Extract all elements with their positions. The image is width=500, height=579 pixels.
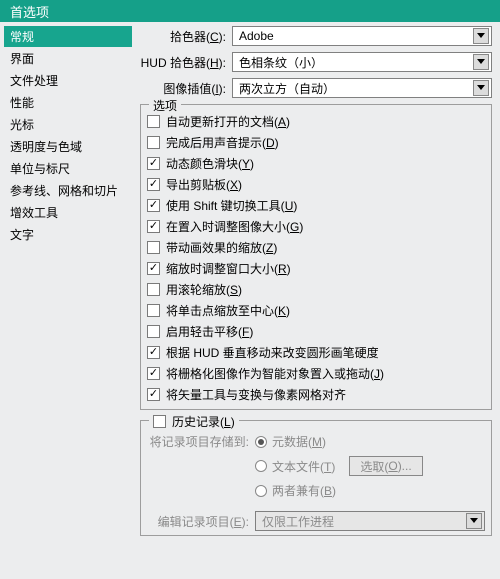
history-radio-2[interactable] [255, 485, 267, 497]
option-checkbox-5[interactable] [147, 220, 160, 233]
chevron-down-icon [473, 54, 489, 70]
sidebar-item-5[interactable]: 透明度与色域 [4, 136, 132, 157]
sidebar-item-9[interactable]: 文字 [4, 224, 132, 245]
history-radio-row-0: 元数据(M) [255, 433, 485, 450]
option-label-4: 使用 Shift 键切换工具(U) [166, 197, 297, 214]
history-radio-label-1: 文本文件(T) [272, 458, 335, 475]
option-row-5: 在置入时调整图像大小(G) [147, 216, 489, 237]
option-checkbox-6[interactable] [147, 241, 160, 254]
sidebar-item-8[interactable]: 增效工具 [4, 202, 132, 223]
history-radio-1[interactable] [255, 460, 267, 472]
chevron-down-icon [473, 80, 489, 96]
option-label-11: 根据 HUD 垂直移动来改变圆形画笔硬度 [166, 344, 379, 361]
history-legend: 历史记录(L) [149, 413, 239, 430]
chevron-down-icon [473, 28, 489, 44]
option-label-13: 将矢量工具与变换与像素网格对齐 [166, 386, 346, 403]
color-picker-label: 拾色器(C): [140, 28, 232, 45]
option-label-3: 导出剪贴板(X) [166, 176, 242, 193]
option-checkbox-10[interactable] [147, 325, 160, 338]
option-row-9: 将单击点缩放至中心(K) [147, 300, 489, 321]
interpolation-value: 两次立方（自动） [239, 80, 473, 97]
color-picker-row: 拾色器(C): Adobe [140, 26, 492, 46]
sidebar-item-6[interactable]: 单位与标尺 [4, 158, 132, 179]
option-row-4: 使用 Shift 键切换工具(U) [147, 195, 489, 216]
sidebar-item-1[interactable]: 界面 [4, 48, 132, 69]
history-radio-row-1: 文本文件(T) 选取(O)... [255, 456, 485, 476]
sidebar-item-4[interactable]: 光标 [4, 114, 132, 135]
option-row-6: 带动画效果的缩放(Z) [147, 237, 489, 258]
options-legend: 选项 [149, 97, 181, 114]
option-label-12: 将栅格化图像作为智能对象置入或拖动(J) [166, 365, 384, 382]
option-checkbox-7[interactable] [147, 262, 160, 275]
option-label-1: 完成后用声音提示(D) [166, 134, 279, 151]
option-row-11: 根据 HUD 垂直移动来改变圆形画笔硬度 [147, 342, 489, 363]
history-choose-button[interactable]: 选取(O)... [349, 456, 422, 476]
option-checkbox-2[interactable] [147, 157, 160, 170]
option-label-5: 在置入时调整图像大小(G) [166, 218, 303, 235]
option-row-7: 缩放时调整窗口大小(R) [147, 258, 489, 279]
main-layout: 常规界面文件处理性能光标透明度与色域单位与标尺参考线、网格和切片增效工具文字 拾… [0, 22, 500, 579]
option-label-8: 用滚轮缩放(S) [166, 281, 242, 298]
option-row-12: 将栅格化图像作为智能对象置入或拖动(J) [147, 363, 489, 384]
option-row-3: 导出剪贴板(X) [147, 174, 489, 195]
option-checkbox-3[interactable] [147, 178, 160, 191]
hud-picker-value: 色相条纹（小） [239, 54, 473, 71]
history-radio-label-2: 两者兼有(B) [272, 482, 336, 499]
chevron-down-icon [466, 513, 482, 529]
sidebar-item-3[interactable]: 性能 [4, 92, 132, 113]
options-list: 自动更新打开的文档(A) 完成后用声音提示(D) 动态颜色滑块(Y) 导出剪贴板(X)… [147, 111, 489, 405]
sidebar-item-0[interactable]: 常规 [4, 26, 132, 47]
history-radio-row-2: 两者兼有(B) [255, 482, 485, 499]
interpolation-row: 图像插值(I): 两次立方（自动） [140, 78, 492, 98]
sidebar-item-2[interactable]: 文件处理 [4, 70, 132, 91]
option-checkbox-12[interactable] [147, 367, 160, 380]
history-enable-checkbox[interactable] [153, 415, 166, 428]
category-sidebar: 常规界面文件处理性能光标透明度与色域单位与标尺参考线、网格和切片增效工具文字 [0, 22, 136, 579]
color-picker-dropdown[interactable]: Adobe [232, 26, 492, 46]
hud-picker-label: HUD 拾色器(H): [140, 54, 232, 71]
option-row-1: 完成后用声音提示(D) [147, 132, 489, 153]
option-checkbox-1[interactable] [147, 136, 160, 149]
option-label-2: 动态颜色滑块(Y) [166, 155, 254, 172]
content-pane: 拾色器(C): Adobe HUD 拾色器(H): 色相条纹（小） [136, 22, 500, 579]
history-radio-0[interactable] [255, 436, 267, 448]
interpolation-dropdown[interactable]: 两次立方（自动） [232, 78, 492, 98]
option-checkbox-13[interactable] [147, 388, 160, 401]
option-label-0: 自动更新打开的文档(A) [166, 113, 290, 130]
option-row-8: 用滚轮缩放(S) [147, 279, 489, 300]
history-radio-group: 元数据(M) 文本文件(T) 选取(O)... 两者兼有(B) [255, 433, 485, 505]
history-radio-label-0: 元数据(M) [272, 433, 326, 450]
hud-picker-dropdown[interactable]: 色相条纹（小） [232, 52, 492, 72]
history-fieldset: 历史记录(L) 将记录项目存储到: 元数据(M)文本文件(T)选取(O)...两… [140, 420, 492, 536]
option-label-9: 将单击点缩放至中心(K) [166, 302, 290, 319]
option-checkbox-4[interactable] [147, 199, 160, 212]
history-edit-label: 编辑记录项目(E): [147, 513, 255, 530]
option-row-10: 启用轻击平移(F) [147, 321, 489, 342]
interpolation-label: 图像插值(I): [140, 80, 232, 97]
option-label-7: 缩放时调整窗口大小(R) [166, 260, 291, 277]
hud-picker-row: HUD 拾色器(H): 色相条纹（小） [140, 52, 492, 72]
option-label-6: 带动画效果的缩放(Z) [166, 239, 277, 256]
option-checkbox-8[interactable] [147, 283, 160, 296]
sidebar-item-7[interactable]: 参考线、网格和切片 [4, 180, 132, 201]
option-row-2: 动态颜色滑块(Y) [147, 153, 489, 174]
options-fieldset: 选项 自动更新打开的文档(A)完成后用声音提示(D)动态颜色滑块(Y)导出剪贴板… [140, 104, 492, 410]
window-title: 首选项 [10, 2, 49, 21]
option-checkbox-0[interactable] [147, 115, 160, 128]
option-checkbox-9[interactable] [147, 304, 160, 317]
option-row-13: 将矢量工具与变换与像素网格对齐 [147, 384, 489, 405]
option-row-0: 自动更新打开的文档(A) [147, 111, 489, 132]
window-titlebar: 首选项 [0, 0, 500, 22]
option-checkbox-11[interactable] [147, 346, 160, 359]
color-picker-value: Adobe [239, 29, 473, 43]
option-label-10: 启用轻击平移(F) [166, 323, 253, 340]
history-saveto-label: 将记录项目存储到: [147, 433, 255, 505]
history-edit-dropdown[interactable]: 仅限工作进程 [255, 511, 485, 531]
history-edit-value: 仅限工作进程 [262, 513, 466, 530]
